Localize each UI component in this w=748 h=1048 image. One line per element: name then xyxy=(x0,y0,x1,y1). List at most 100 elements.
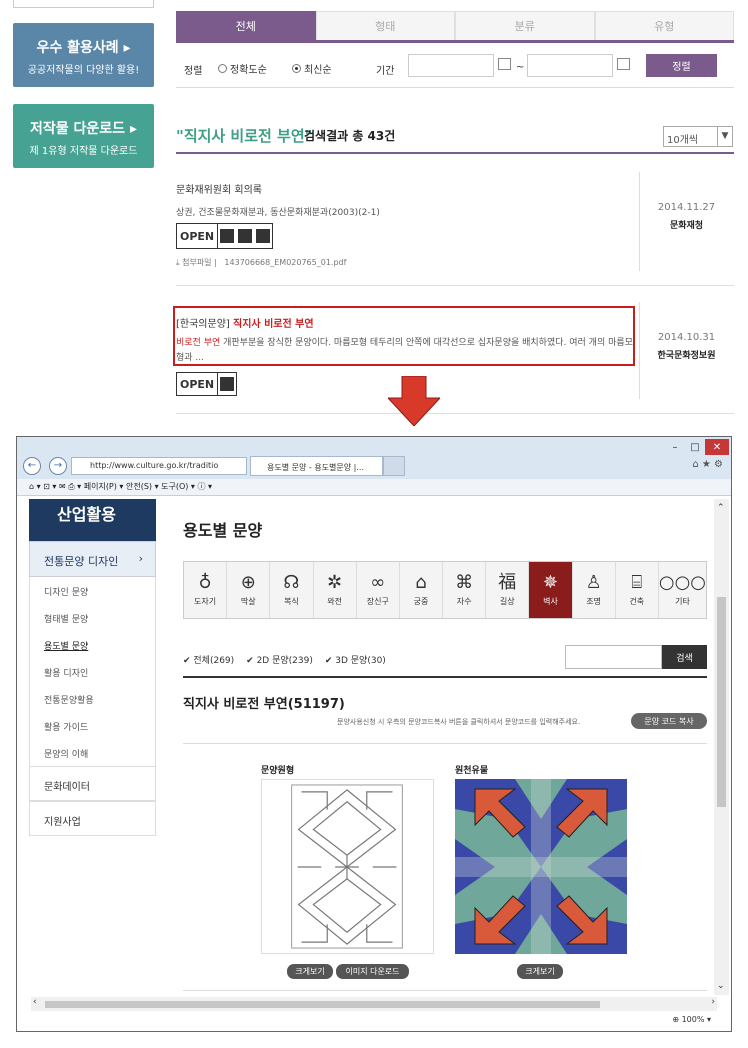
scroll-down-icon[interactable]: ⌄ xyxy=(717,981,725,991)
scroll-right-icon[interactable]: › xyxy=(711,997,715,1007)
category-복식[interactable]: ☊ 복식 xyxy=(270,562,314,618)
category-자수[interactable]: ⌘ 자수 xyxy=(443,562,487,618)
nav-main-item[interactable]: 문화데이터 xyxy=(29,766,156,801)
result-tabs: 전체 형태 분류 유형 xyxy=(176,11,734,43)
tab-form[interactable]: 형태 xyxy=(315,11,455,40)
address-bar[interactable]: http://www.culture.go.kr/traditio xyxy=(71,457,247,475)
zoom-button[interactable]: 크게보기 xyxy=(287,964,333,979)
category-label: 궁중 xyxy=(413,597,429,606)
nav-sub-item[interactable]: 전통문양활용 xyxy=(29,685,156,712)
zoom-level[interactable]: ⊕ 100% ▾ xyxy=(672,1015,711,1024)
banner-title: 우수 활용사례 ▸ xyxy=(36,40,131,56)
scroll-up-icon[interactable]: ⌃ xyxy=(717,503,725,513)
result-title[interactable]: 문화재위원회 회의록 xyxy=(176,181,262,196)
category-와전[interactable]: ✲ 와전 xyxy=(314,562,357,618)
nav-main-item[interactable]: 지원사업 xyxy=(29,801,156,836)
category-기타[interactable]: ○○○ 기타 xyxy=(659,562,706,618)
copy-info: 문양사용신청 시 우측의 문양코드복사 버튼을 클릭하셔서 문양코드를 입력해주… xyxy=(337,718,581,726)
category-도자기[interactable]: ♁ 도자기 xyxy=(184,562,228,618)
banner-title: 저작물 다운로드 ▸ xyxy=(30,121,137,137)
close-icon[interactable]: ✕ xyxy=(705,439,729,455)
category-label: 자수 xyxy=(456,597,472,606)
top-left-box xyxy=(13,0,154,8)
tab-type[interactable]: 유형 xyxy=(594,11,734,40)
license-person-icon xyxy=(220,229,235,243)
radio-accuracy[interactable]: 정확도순 xyxy=(218,61,267,76)
open-license-label: OPEN xyxy=(177,373,219,395)
maximize-icon[interactable]: □ xyxy=(685,439,705,455)
forward-icon[interactable]: → xyxy=(49,457,67,475)
down-arrow-icon xyxy=(388,376,440,426)
nav-sub-item-current[interactable]: 용도별 문양 xyxy=(29,631,156,658)
search-heading: "직지사 비로전 부연" 검색결과 총 43건 10개씩 ▼ xyxy=(176,121,734,154)
filter-2d[interactable]: ✔ 2D 문양(239) xyxy=(246,653,313,666)
banner-download[interactable]: 저작물 다운로드 ▸ 제 1유형 저작물 다운로드 xyxy=(13,104,154,168)
category-label: 길상 xyxy=(499,597,515,606)
minimize-icon[interactable]: – xyxy=(665,439,685,455)
page-title: 용도별 문양 xyxy=(183,521,263,540)
date-to-input[interactable] xyxy=(527,54,613,77)
pattern-source-photo xyxy=(455,779,627,954)
category-icon: ♙ xyxy=(585,572,602,593)
download-image-button[interactable]: 이미지 다운로드 xyxy=(336,964,409,979)
command-bar: ⌂ ▾ ⊡ ▾ ✉ ⎙ ▾ 페이지(P) ▾ 안전(S) ▾ 도구(O) ▾ ⓘ… xyxy=(17,479,731,496)
category-icon: ☊ xyxy=(283,572,300,593)
scroll-left-icon[interactable]: ‹ xyxy=(33,997,37,1007)
category-label: 와전 xyxy=(327,597,342,606)
category-label: 복식 xyxy=(284,597,299,606)
open-license-badge: OPEN xyxy=(176,223,274,249)
category-건축[interactable]: ⌸ 건축 xyxy=(616,562,659,618)
nav-sub-item[interactable]: 활용 가이드 xyxy=(29,712,156,739)
filter-row: 정렬 정확도순 최신순 기간 ~ 정렬 xyxy=(176,52,734,88)
new-tab-button[interactable] xyxy=(383,456,405,476)
date-from-input[interactable] xyxy=(408,54,494,77)
filter-3d[interactable]: ✔ 3D 문양(30) xyxy=(325,653,386,666)
page-content: 산업활용 전통문양 디자인 › 디자인 문양 형태별 문양 용도별 문양 활용 디… xyxy=(29,499,719,995)
zoom-button[interactable]: 크게보기 xyxy=(517,964,563,979)
sort-button[interactable]: 정렬 xyxy=(646,54,717,77)
category-딱살[interactable]: ⊕ 딱살 xyxy=(227,562,271,618)
attachment[interactable]: ⤓ 첨부파일 | 143706668_EM020765_01.pdf xyxy=(176,257,346,268)
category-벽사[interactable]: ✵ 벽사 xyxy=(529,562,573,618)
calendar-icon[interactable] xyxy=(617,58,630,70)
category-장신구[interactable]: ∞ 장신구 xyxy=(357,562,400,618)
category-icon: ⌸ xyxy=(631,572,643,593)
radio-latest[interactable]: 최신순 xyxy=(292,61,332,76)
tab-all[interactable]: 전체 xyxy=(176,11,316,40)
nav-selected[interactable]: 전통문양 디자인 › xyxy=(29,541,156,577)
category-길상[interactable]: 福 길상 xyxy=(486,562,530,618)
tab-category[interactable]: 분류 xyxy=(455,11,595,40)
command-menu[interactable]: 페이지(P) ▾ 안전(S) ▾ 도구(O) ▾ xyxy=(84,482,195,491)
left-nav: 산업활용 전통문양 디자인 › 디자인 문양 형태별 문양 용도별 문양 활용 디… xyxy=(29,499,156,836)
nav-sub-item[interactable]: 문양의 이해 xyxy=(29,739,156,766)
copy-code-button[interactable]: 문양 코드 복사 xyxy=(631,713,707,729)
back-icon[interactable]: ← xyxy=(23,457,41,475)
browser-tab[interactable]: 용도별 문양 - 용도별문양 |... xyxy=(250,456,383,476)
banner-best-cases[interactable]: 우수 활용사례 ▸ 공공저작물의 다양한 활용! xyxy=(13,23,154,87)
filter-all[interactable]: ✔ 전체(269) xyxy=(183,653,234,666)
result-date: 2014.10.31 xyxy=(657,332,716,343)
period-label: 기간 xyxy=(376,66,395,77)
category-label: 조명 xyxy=(586,597,601,606)
browser-toolbar-icons[interactable]: ⌂ ★ ⚙ xyxy=(692,459,723,470)
category-label: 기타 xyxy=(675,597,690,606)
banner-subtitle: 제 1유형 저작물 다운로드 xyxy=(29,146,138,157)
calendar-icon[interactable] xyxy=(498,58,511,70)
category-조명[interactable]: ♙ 조명 xyxy=(573,562,616,618)
per-page-select[interactable]: 10개씩 ▼ xyxy=(663,126,733,147)
nav-sub-item[interactable]: 형태별 문양 xyxy=(29,604,156,631)
browser-titlebar: – □ ✕ ← → http://www.culture.go.kr/tradi… xyxy=(17,437,731,479)
license-nd-icon xyxy=(256,229,271,243)
category-궁중[interactable]: ⌂ 궁중 xyxy=(400,562,444,618)
search-input[interactable] xyxy=(565,645,662,669)
horizontal-scrollbar[interactable]: ‹ › xyxy=(31,997,717,1011)
radio-label: 최신순 xyxy=(304,65,332,76)
search-button[interactable]: 검색 xyxy=(662,645,707,669)
nav-header: 산업활용 xyxy=(29,499,156,541)
vertical-scrollbar[interactable]: ⌃ ⌄ xyxy=(714,499,729,995)
banner-subtitle: 공공저작물의 다양한 활용! xyxy=(27,65,140,76)
category-icon: ⌘ xyxy=(455,572,474,593)
nav-selected-label: 전통문양 디자인 xyxy=(44,555,119,568)
nav-sub-item[interactable]: 디자인 문양 xyxy=(29,577,156,604)
nav-sub-item[interactable]: 활용 디자인 xyxy=(29,658,156,685)
